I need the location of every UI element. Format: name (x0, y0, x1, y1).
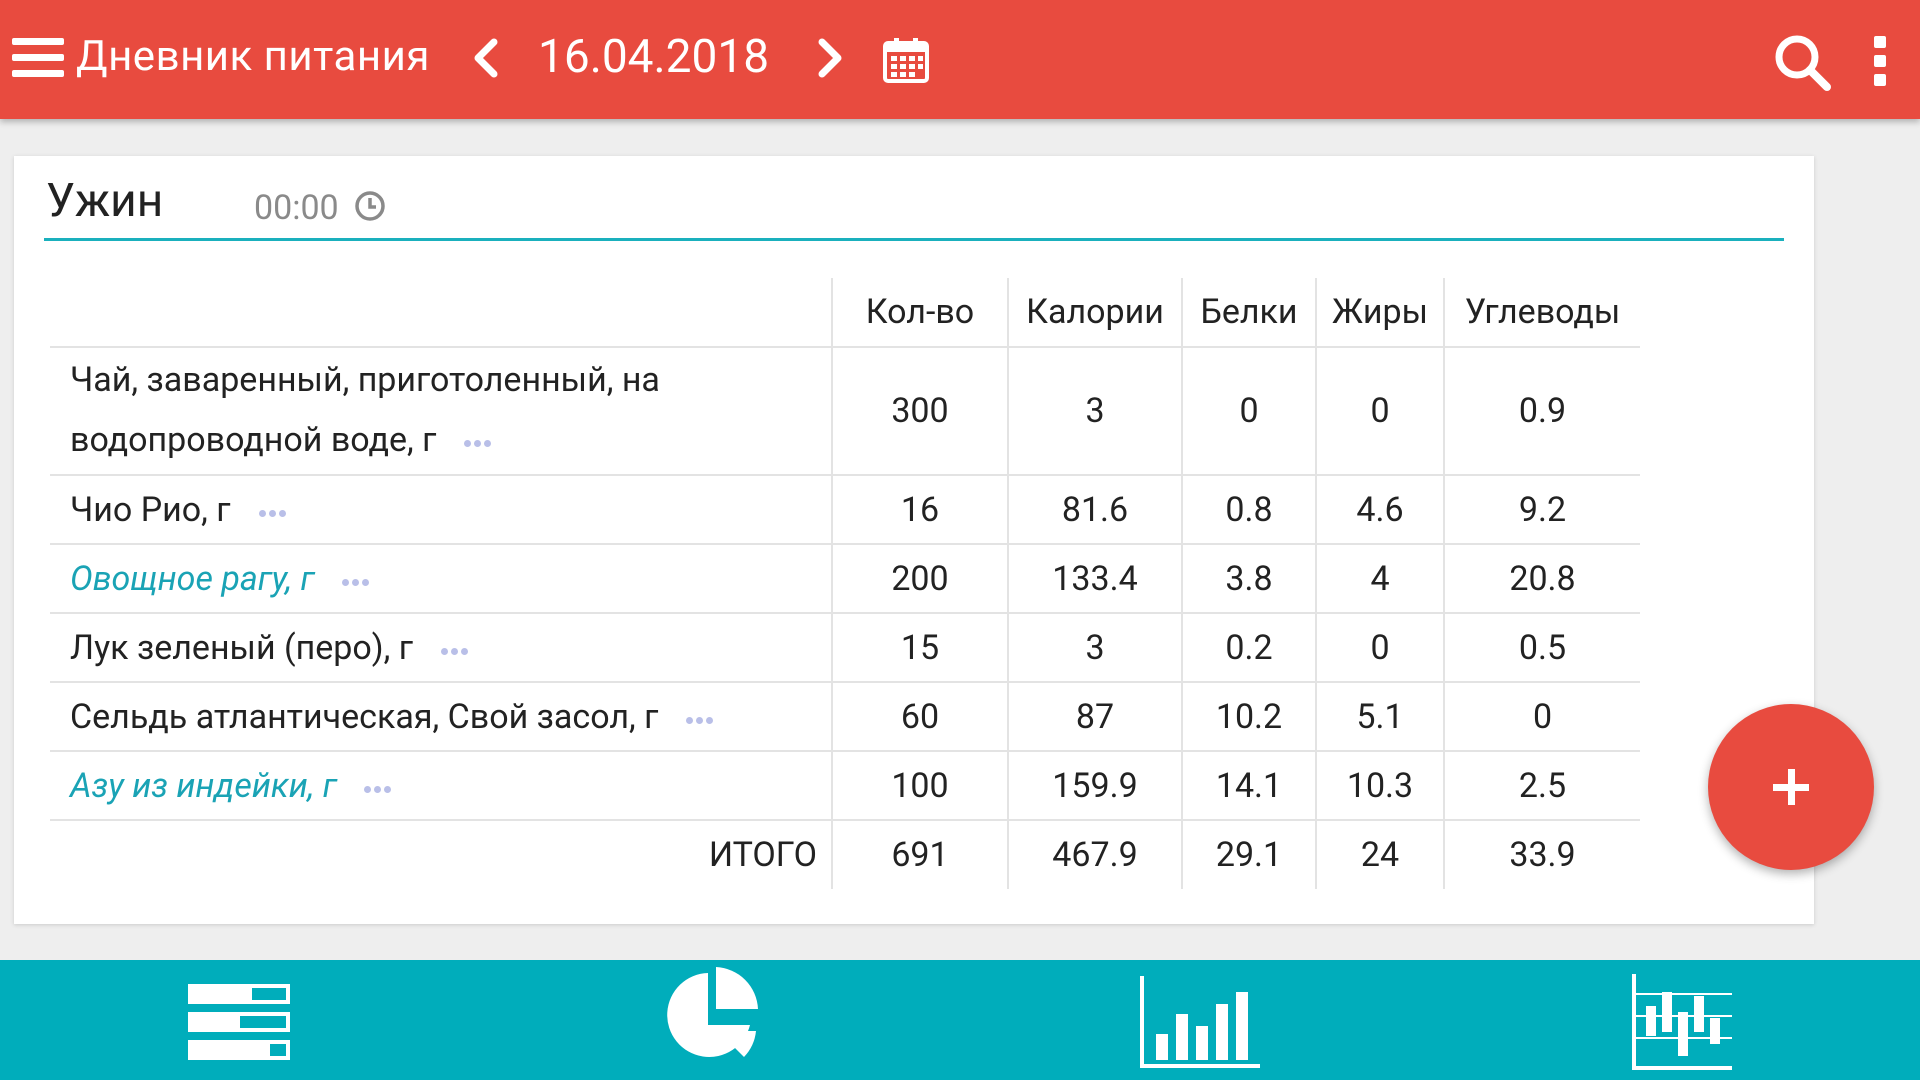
search-icon[interactable] (1772, 32, 1834, 94)
meal-title-divider (44, 238, 1784, 241)
food-name-cell: Чио Рио, г (50, 475, 832, 545)
table-row[interactable]: Чио Рио, г 16 81.6 0.8 4.6 9.2 (50, 475, 1640, 545)
nutrition-table: Кол-во Калории Белки Жиры Углеводы Чай, … (50, 278, 1640, 889)
carbs-cell: 0.5 (1443, 613, 1640, 683)
total-protein: 29.1 (1181, 820, 1316, 889)
calories-cell: 81.6 (1007, 475, 1182, 545)
calendar-icon[interactable] (882, 36, 930, 84)
meal-card: Ужин 00:00 Кол-во Калории Белки Жиры Угл… (14, 156, 1814, 924)
clock-icon[interactable] (354, 190, 386, 222)
calories-cell: 159.9 (1007, 751, 1182, 821)
fat-cell: 4.6 (1315, 475, 1444, 545)
protein-cell: 3.8 (1181, 544, 1316, 614)
food-name-link[interactable]: Азу из индейки, г (70, 766, 336, 806)
carbs-cell: 0.9 (1443, 347, 1640, 476)
food-name[interactable]: Чай, заваренный, приготоленный, на водопр… (70, 350, 831, 472)
column-header-name (50, 278, 832, 347)
table-row[interactable]: Чай, заваренный, приготоленный, на водопр… (50, 346, 1640, 476)
calories-cell: 133.4 (1007, 544, 1182, 614)
food-name-cell: Азу из индейки, г (50, 751, 832, 821)
app-title: Дневник питания (76, 32, 430, 81)
menu-icon[interactable] (12, 38, 64, 82)
fat-cell: 4 (1315, 544, 1444, 614)
qty-cell: 200 (831, 544, 1008, 614)
column-header-calories: Калории (1007, 278, 1182, 348)
calories-cell: 87 (1007, 682, 1182, 752)
food-name-cell: Чай, заваренный, приготоленный, на водопр… (50, 346, 832, 476)
meal-title: Ужин (46, 174, 164, 228)
column-header-qty: Кол-во (831, 278, 1008, 348)
qty-cell: 15 (831, 613, 1008, 683)
bottom-navigation (0, 960, 1920, 1080)
food-name[interactable]: Чио Рио, г (70, 490, 231, 530)
food-name-cell: Сельдь атлантическая, Свой засол, г (50, 682, 832, 752)
fat-cell: 5.1 (1315, 682, 1444, 752)
table-row[interactable]: Овощное рагу, г 200 133.4 3.8 4 20.8 (50, 544, 1640, 614)
carbs-cell: 9.2 (1443, 475, 1640, 545)
more-dots-icon[interactable] (342, 555, 372, 595)
more-vert-icon[interactable] (1872, 36, 1888, 86)
qty-cell: 100 (831, 751, 1008, 821)
more-dots-icon[interactable] (258, 486, 289, 526)
carbs-cell: 0 (1443, 682, 1640, 752)
bar-chart-icon[interactable] (1098, 960, 1298, 1080)
fat-cell: 0 (1315, 613, 1444, 683)
table-header-row: Кол-во Калории Белки Жиры Углеводы (50, 278, 1640, 348)
more-dots-icon[interactable] (441, 624, 471, 664)
total-label: ИТОГО (708, 835, 817, 875)
column-header-carbs: Углеводы (1443, 278, 1640, 348)
food-name-cell: Лук зеленый (перо), г (50, 613, 832, 683)
diary-list-icon[interactable] (156, 960, 356, 1080)
calories-cell: 3 (1007, 347, 1182, 476)
table-row[interactable]: Лук зеленый (перо), г 15 3 0.2 0 0.5 (50, 613, 1640, 683)
total-carbs: 33.9 (1443, 820, 1640, 889)
protein-cell: 0 (1181, 347, 1316, 476)
carbs-cell: 20.8 (1443, 544, 1640, 614)
total-fat: 24 (1315, 820, 1444, 889)
total-qty: 691 (831, 820, 1008, 889)
food-name-link[interactable]: Овощное рагу, г (70, 559, 314, 599)
table-row[interactable]: Азу из индейки, г 100 159.9 14.1 10.3 2.… (50, 751, 1640, 821)
food-name-cell: Овощное рагу, г (50, 544, 832, 614)
protein-cell: 0.2 (1181, 613, 1316, 683)
total-row: ИТОГО 691 467.9 29.1 24 33.9 (50, 820, 1640, 889)
fat-cell: 10.3 (1315, 751, 1444, 821)
fat-cell: 0 (1315, 347, 1444, 476)
qty-cell: 60 (831, 682, 1008, 752)
calories-cell: 3 (1007, 613, 1182, 683)
protein-cell: 14.1 (1181, 751, 1316, 821)
protein-cell: 10.2 (1181, 682, 1316, 752)
chevron-left-icon[interactable] (466, 36, 510, 80)
pie-chart-icon[interactable] (612, 960, 812, 1080)
current-date[interactable]: 16.04.2018 (538, 30, 769, 84)
total-calories: 467.9 (1007, 820, 1182, 889)
statistics-chart-icon[interactable] (1582, 960, 1782, 1080)
protein-cell: 0.8 (1181, 475, 1316, 545)
table-row[interactable]: Сельдь атлантическая, Свой засол, г 60 8… (50, 682, 1640, 752)
add-food-button[interactable] (1708, 704, 1874, 870)
column-header-fat: Жиры (1315, 278, 1444, 348)
qty-cell: 16 (831, 475, 1008, 545)
carbs-cell: 2.5 (1443, 751, 1640, 821)
app-bar: Дневник питания 16.04.2018 (0, 0, 1920, 119)
more-dots-icon[interactable] (364, 762, 394, 802)
food-name[interactable]: Лук зеленый (перо), г (70, 628, 413, 668)
more-dots-icon[interactable] (686, 693, 716, 733)
chevron-right-icon[interactable] (808, 36, 852, 80)
qty-cell: 300 (831, 347, 1008, 476)
more-dots-icon[interactable] (464, 406, 494, 466)
column-header-protein: Белки (1181, 278, 1316, 348)
meal-time[interactable]: 00:00 (254, 188, 339, 228)
food-name[interactable]: Сельдь атлантическая, Свой засол, г (70, 697, 658, 737)
